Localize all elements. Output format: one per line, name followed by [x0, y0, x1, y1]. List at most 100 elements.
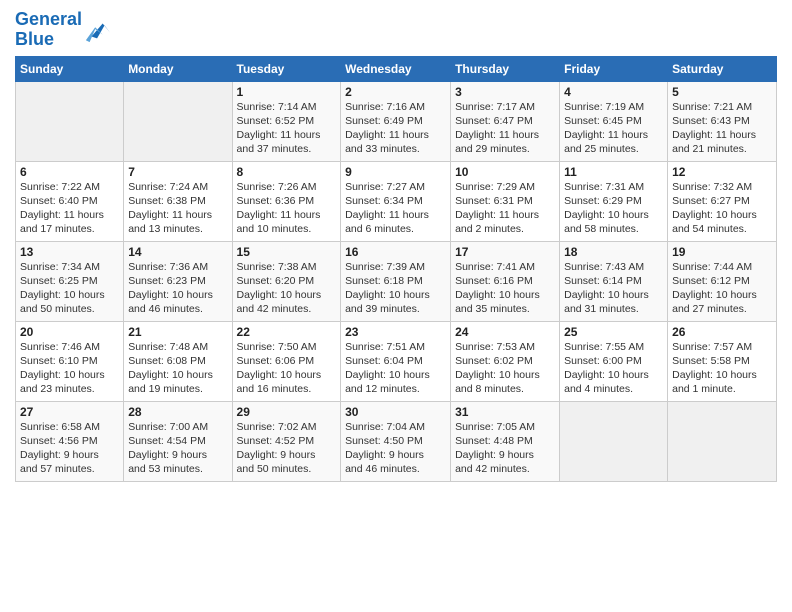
day-number: 13 [20, 245, 119, 259]
day-cell: 6Sunrise: 7:22 AM Sunset: 6:40 PM Daylig… [16, 161, 124, 241]
day-cell: 7Sunrise: 7:24 AM Sunset: 6:38 PM Daylig… [124, 161, 232, 241]
week-row-4: 20Sunrise: 7:46 AM Sunset: 6:10 PM Dayli… [16, 321, 777, 401]
day-cell: 31Sunrise: 7:05 AM Sunset: 4:48 PM Dayli… [451, 401, 560, 481]
day-cell: 26Sunrise: 7:57 AM Sunset: 5:58 PM Dayli… [668, 321, 777, 401]
day-info: Sunrise: 7:50 AM Sunset: 6:06 PM Dayligh… [237, 340, 337, 397]
day-info: Sunrise: 6:58 AM Sunset: 4:56 PM Dayligh… [20, 420, 119, 477]
weekday-header-row: SundayMondayTuesdayWednesdayThursdayFrid… [16, 56, 777, 81]
day-number: 23 [345, 325, 446, 339]
day-number: 29 [237, 405, 337, 419]
day-cell: 14Sunrise: 7:36 AM Sunset: 6:23 PM Dayli… [124, 241, 232, 321]
day-cell: 5Sunrise: 7:21 AM Sunset: 6:43 PM Daylig… [668, 81, 777, 161]
day-info: Sunrise: 7:24 AM Sunset: 6:38 PM Dayligh… [128, 180, 227, 237]
day-info: Sunrise: 7:44 AM Sunset: 6:12 PM Dayligh… [672, 260, 772, 317]
day-number: 8 [237, 165, 337, 179]
day-number: 31 [455, 405, 555, 419]
day-number: 30 [345, 405, 446, 419]
day-cell: 19Sunrise: 7:44 AM Sunset: 6:12 PM Dayli… [668, 241, 777, 321]
day-info: Sunrise: 7:36 AM Sunset: 6:23 PM Dayligh… [128, 260, 227, 317]
day-info: Sunrise: 7:05 AM Sunset: 4:48 PM Dayligh… [455, 420, 555, 477]
day-cell: 23Sunrise: 7:51 AM Sunset: 6:04 PM Dayli… [341, 321, 451, 401]
day-cell: 3Sunrise: 7:17 AM Sunset: 6:47 PM Daylig… [451, 81, 560, 161]
day-cell: 17Sunrise: 7:41 AM Sunset: 6:16 PM Dayli… [451, 241, 560, 321]
day-info: Sunrise: 7:32 AM Sunset: 6:27 PM Dayligh… [672, 180, 772, 237]
day-info: Sunrise: 7:22 AM Sunset: 6:40 PM Dayligh… [20, 180, 119, 237]
day-info: Sunrise: 7:41 AM Sunset: 6:16 PM Dayligh… [455, 260, 555, 317]
day-cell: 29Sunrise: 7:02 AM Sunset: 4:52 PM Dayli… [232, 401, 341, 481]
day-info: Sunrise: 7:31 AM Sunset: 6:29 PM Dayligh… [564, 180, 663, 237]
day-info: Sunrise: 7:53 AM Sunset: 6:02 PM Dayligh… [455, 340, 555, 397]
weekday-header-monday: Monday [124, 56, 232, 81]
day-number: 19 [672, 245, 772, 259]
day-cell: 9Sunrise: 7:27 AM Sunset: 6:34 PM Daylig… [341, 161, 451, 241]
day-cell: 12Sunrise: 7:32 AM Sunset: 6:27 PM Dayli… [668, 161, 777, 241]
day-info: Sunrise: 7:02 AM Sunset: 4:52 PM Dayligh… [237, 420, 337, 477]
day-number: 17 [455, 245, 555, 259]
day-info: Sunrise: 7:51 AM Sunset: 6:04 PM Dayligh… [345, 340, 446, 397]
week-row-3: 13Sunrise: 7:34 AM Sunset: 6:25 PM Dayli… [16, 241, 777, 321]
day-cell: 4Sunrise: 7:19 AM Sunset: 6:45 PM Daylig… [560, 81, 668, 161]
day-info: Sunrise: 7:17 AM Sunset: 6:47 PM Dayligh… [455, 100, 555, 157]
day-number: 1 [237, 85, 337, 99]
weekday-header-wednesday: Wednesday [341, 56, 451, 81]
day-cell: 8Sunrise: 7:26 AM Sunset: 6:36 PM Daylig… [232, 161, 341, 241]
day-cell: 15Sunrise: 7:38 AM Sunset: 6:20 PM Dayli… [232, 241, 341, 321]
day-info: Sunrise: 7:57 AM Sunset: 5:58 PM Dayligh… [672, 340, 772, 397]
day-number: 11 [564, 165, 663, 179]
weekday-header-friday: Friday [560, 56, 668, 81]
day-cell: 20Sunrise: 7:46 AM Sunset: 6:10 PM Dayli… [16, 321, 124, 401]
day-info: Sunrise: 7:16 AM Sunset: 6:49 PM Dayligh… [345, 100, 446, 157]
day-info: Sunrise: 7:26 AM Sunset: 6:36 PM Dayligh… [237, 180, 337, 237]
day-info: Sunrise: 7:34 AM Sunset: 6:25 PM Dayligh… [20, 260, 119, 317]
weekday-header-sunday: Sunday [16, 56, 124, 81]
logo-icon [84, 16, 112, 44]
day-cell: 28Sunrise: 7:00 AM Sunset: 4:54 PM Dayli… [124, 401, 232, 481]
day-number: 26 [672, 325, 772, 339]
week-row-5: 27Sunrise: 6:58 AM Sunset: 4:56 PM Dayli… [16, 401, 777, 481]
day-info: Sunrise: 7:39 AM Sunset: 6:18 PM Dayligh… [345, 260, 446, 317]
day-cell: 1Sunrise: 7:14 AM Sunset: 6:52 PM Daylig… [232, 81, 341, 161]
day-number: 24 [455, 325, 555, 339]
day-cell: 24Sunrise: 7:53 AM Sunset: 6:02 PM Dayli… [451, 321, 560, 401]
day-number: 16 [345, 245, 446, 259]
logo-text2: Blue [15, 30, 82, 50]
day-info: Sunrise: 7:21 AM Sunset: 6:43 PM Dayligh… [672, 100, 772, 157]
day-number: 10 [455, 165, 555, 179]
day-number: 3 [455, 85, 555, 99]
day-number: 22 [237, 325, 337, 339]
day-info: Sunrise: 7:04 AM Sunset: 4:50 PM Dayligh… [345, 420, 446, 477]
day-info: Sunrise: 7:29 AM Sunset: 6:31 PM Dayligh… [455, 180, 555, 237]
day-info: Sunrise: 7:38 AM Sunset: 6:20 PM Dayligh… [237, 260, 337, 317]
day-cell [560, 401, 668, 481]
day-info: Sunrise: 7:14 AM Sunset: 6:52 PM Dayligh… [237, 100, 337, 157]
day-cell: 13Sunrise: 7:34 AM Sunset: 6:25 PM Dayli… [16, 241, 124, 321]
logo-text: General [15, 10, 82, 30]
day-number: 14 [128, 245, 227, 259]
logo: General Blue [15, 10, 112, 50]
weekday-header-thursday: Thursday [451, 56, 560, 81]
weekday-header-saturday: Saturday [668, 56, 777, 81]
day-info: Sunrise: 7:19 AM Sunset: 6:45 PM Dayligh… [564, 100, 663, 157]
day-cell [124, 81, 232, 161]
day-number: 28 [128, 405, 227, 419]
day-number: 2 [345, 85, 446, 99]
weekday-header-tuesday: Tuesday [232, 56, 341, 81]
page-header: General Blue [15, 10, 777, 50]
day-cell [16, 81, 124, 161]
day-number: 6 [20, 165, 119, 179]
day-cell [668, 401, 777, 481]
day-cell: 25Sunrise: 7:55 AM Sunset: 6:00 PM Dayli… [560, 321, 668, 401]
day-number: 18 [564, 245, 663, 259]
day-cell: 11Sunrise: 7:31 AM Sunset: 6:29 PM Dayli… [560, 161, 668, 241]
day-info: Sunrise: 7:00 AM Sunset: 4:54 PM Dayligh… [128, 420, 227, 477]
day-number: 9 [345, 165, 446, 179]
day-cell: 22Sunrise: 7:50 AM Sunset: 6:06 PM Dayli… [232, 321, 341, 401]
week-row-2: 6Sunrise: 7:22 AM Sunset: 6:40 PM Daylig… [16, 161, 777, 241]
week-row-1: 1Sunrise: 7:14 AM Sunset: 6:52 PM Daylig… [16, 81, 777, 161]
day-number: 7 [128, 165, 227, 179]
day-number: 25 [564, 325, 663, 339]
day-cell: 21Sunrise: 7:48 AM Sunset: 6:08 PM Dayli… [124, 321, 232, 401]
day-number: 5 [672, 85, 772, 99]
day-number: 21 [128, 325, 227, 339]
day-info: Sunrise: 7:46 AM Sunset: 6:10 PM Dayligh… [20, 340, 119, 397]
